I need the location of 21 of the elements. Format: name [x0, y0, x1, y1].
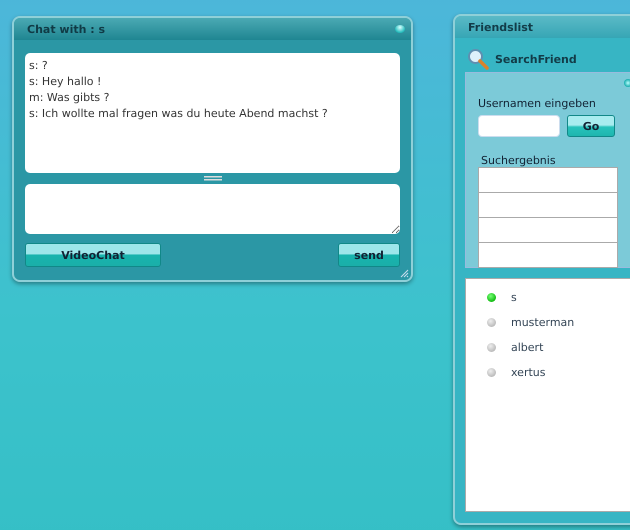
section-title: SearchFriend: [495, 52, 577, 66]
message-input[interactable]: [25, 184, 400, 234]
resize-grip-icon[interactable]: [399, 268, 409, 278]
friend-name[interactable]: xertus: [511, 366, 546, 379]
username-input[interactable]: [478, 115, 560, 137]
chat-message: s: Hey hallo !: [29, 74, 102, 90]
minimize-button[interactable]: [395, 25, 405, 33]
window-title: Chat with : s: [27, 22, 106, 36]
chat-message: m: Was gibts ?: [29, 90, 110, 106]
panel-title: Friendslist: [468, 20, 534, 34]
field-label: Usernamen eingeben: [478, 97, 596, 110]
chat-message: s: ?: [29, 58, 48, 74]
go-button[interactable]: Go: [567, 115, 615, 137]
drag-handle-icon[interactable]: [204, 175, 222, 182]
search-icon: [467, 48, 489, 70]
friend-name[interactable]: musterman: [511, 316, 574, 329]
status-indicator-icon: [624, 79, 630, 87]
friend-name[interactable]: s: [511, 291, 517, 304]
results-label: Suchergebnis: [481, 154, 557, 167]
chat-message: s: Ich wollte mal fragen was du heute Abend machst ?: [29, 106, 328, 122]
friend-name[interactable]: albert: [511, 341, 544, 354]
